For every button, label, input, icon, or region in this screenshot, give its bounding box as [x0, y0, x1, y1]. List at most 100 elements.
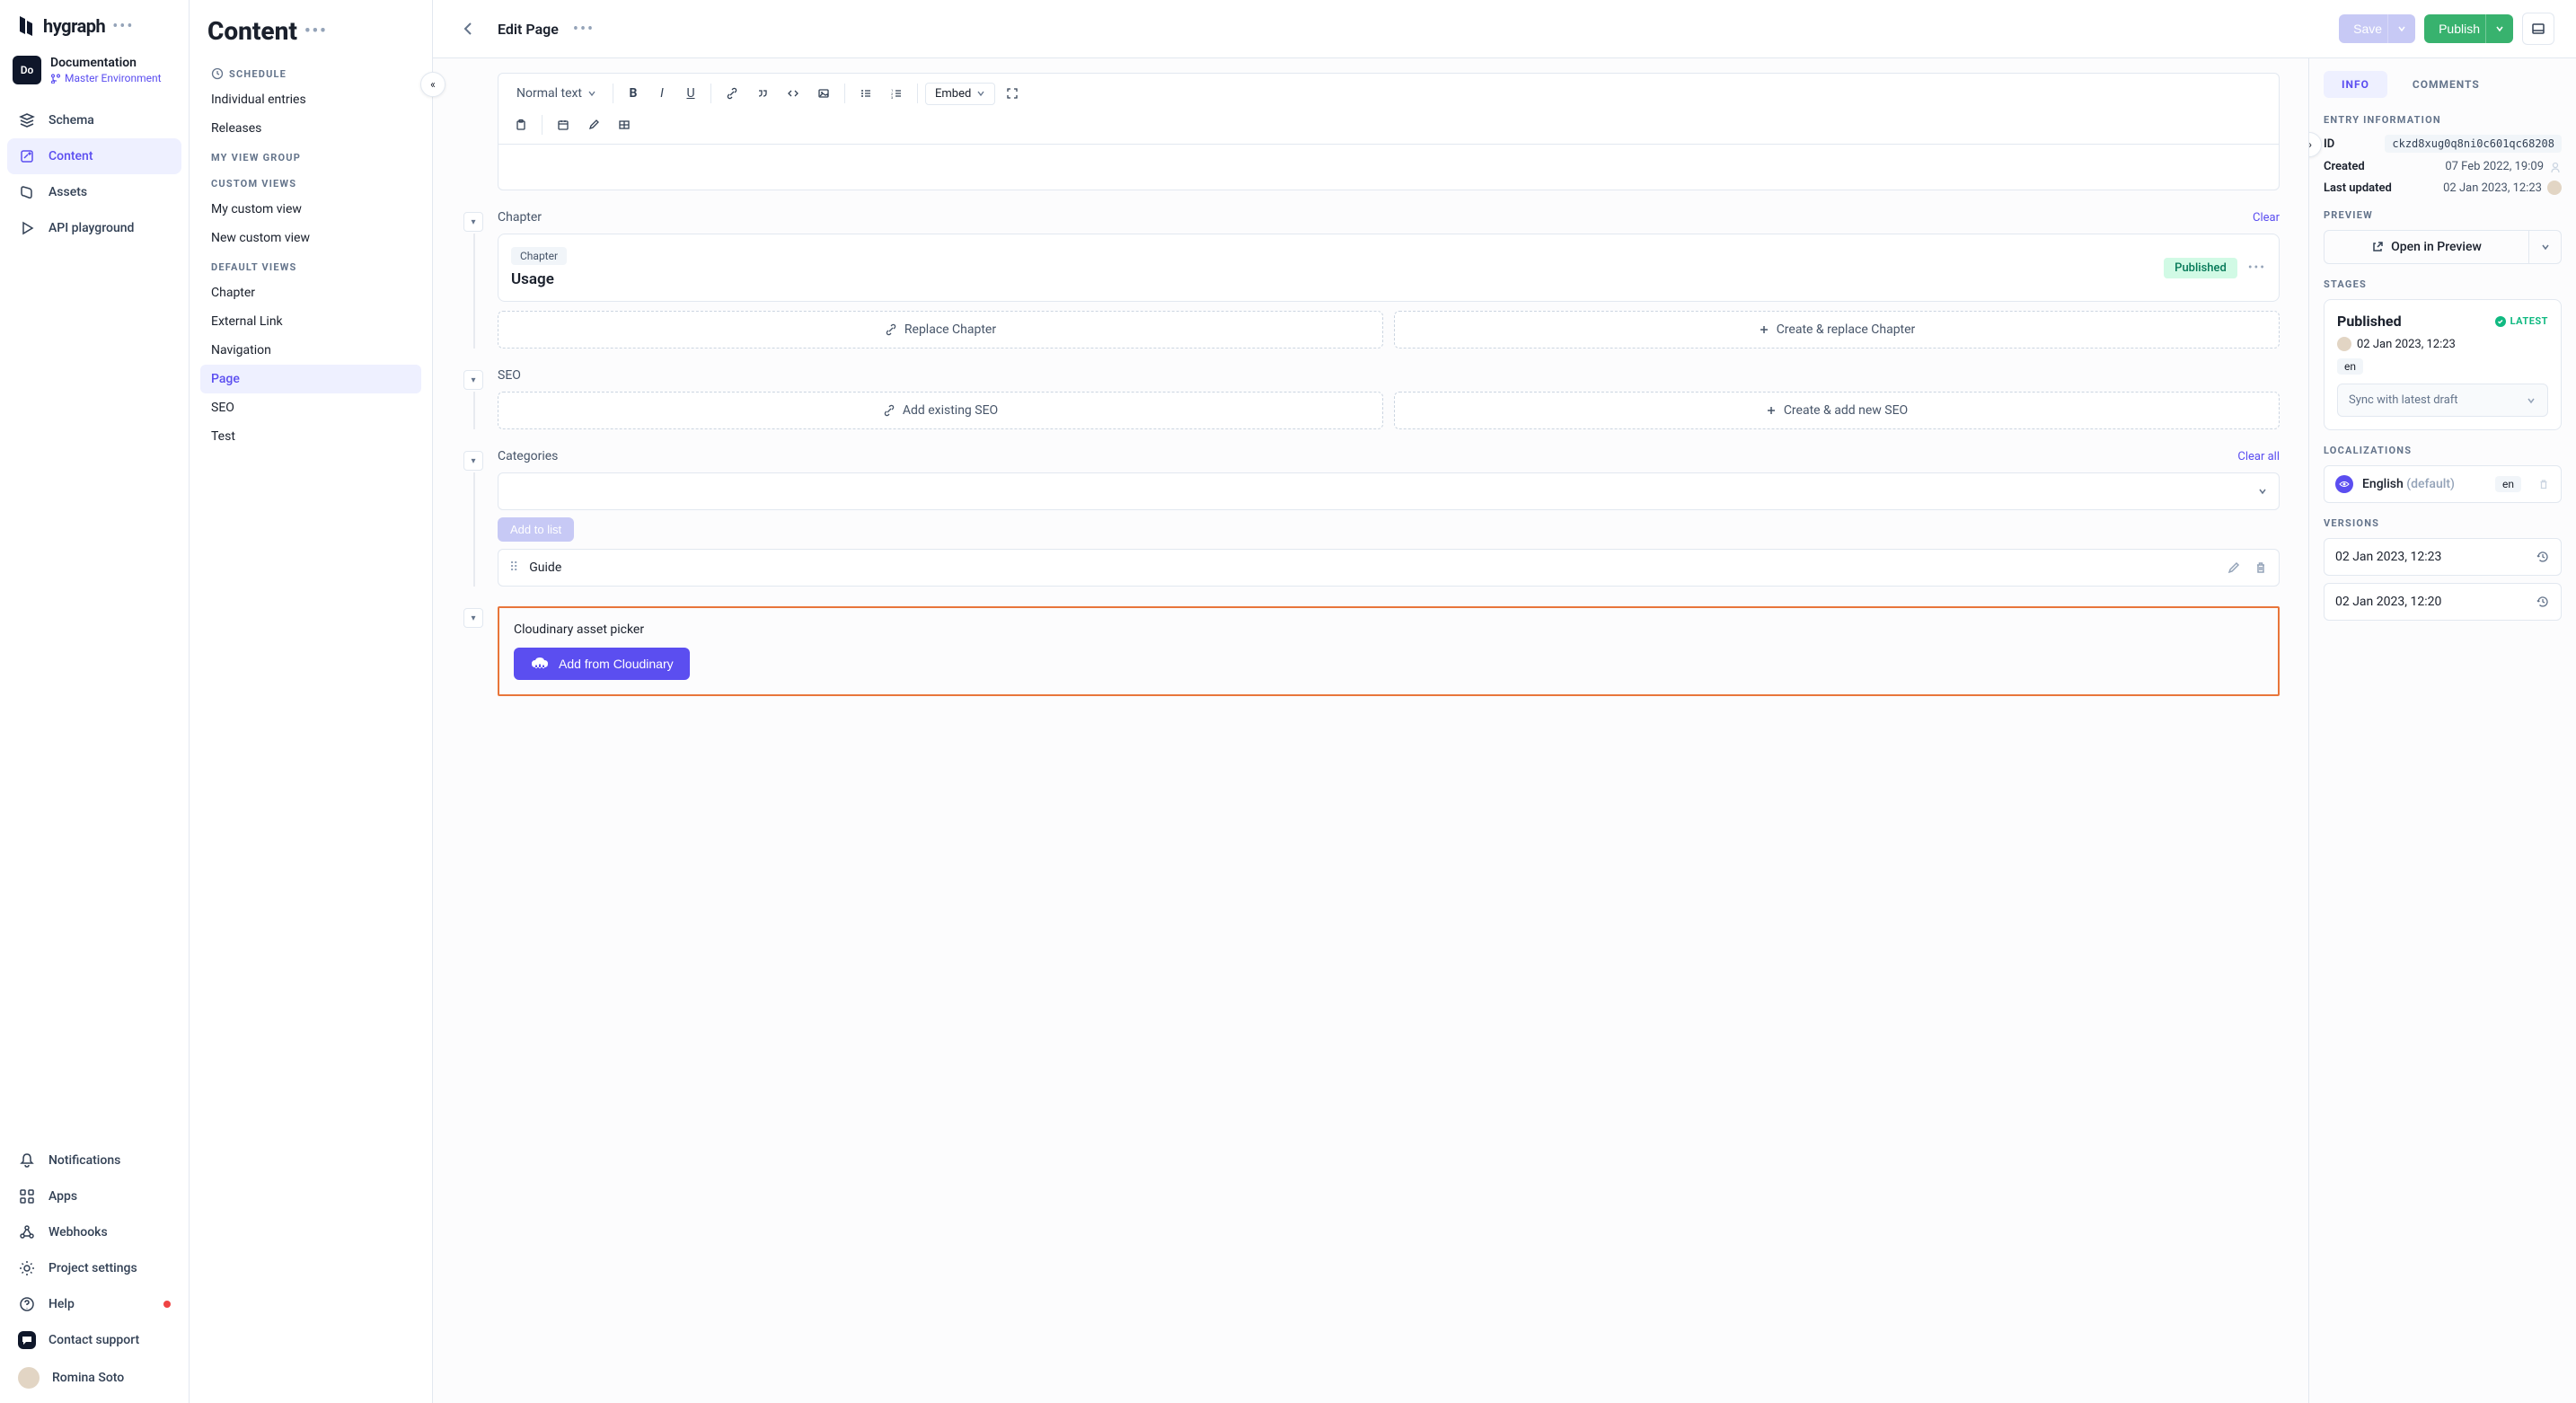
rte-content-area[interactable] [498, 145, 2279, 190]
nav-project-settings[interactable]: Project settings [7, 1250, 181, 1286]
chapter-card-menu-icon[interactable]: ••• [2248, 260, 2266, 275]
entry-id-value[interactable]: ckzd8xug0q8ni0c601qc68208 [2385, 135, 2562, 153]
rte-calendar-button[interactable] [550, 113, 577, 137]
clock-icon [211, 67, 224, 80]
layout-toggle-button[interactable] [2522, 13, 2554, 45]
publish-button[interactable]: Publish [2424, 14, 2494, 43]
nav-model-test[interactable]: Test [200, 422, 421, 451]
locale-code-chip: en [2495, 476, 2521, 492]
back-button[interactable] [454, 14, 483, 43]
default-views-label: DEFAULT VIEWS [200, 252, 421, 278]
nav-contact-support[interactable]: Contact support [7, 1322, 181, 1358]
create-replace-chapter-button[interactable]: Create & replace Chapter [1394, 311, 2280, 349]
chapter-reference-card[interactable]: Chapter Usage Published ••• [498, 234, 2280, 302]
field-seo: ▾ SEO Add existing SEO Create & add new … [498, 368, 2280, 429]
nav-help[interactable]: Help [7, 1286, 181, 1322]
content-title-menu-icon[interactable]: ••• [304, 22, 328, 40]
environment-row: Master Environment [50, 72, 162, 84]
rte-clipboard-button[interactable] [507, 113, 534, 137]
field-collapse-chapter[interactable]: ▾ [463, 212, 483, 232]
nav-new-custom-view[interactable]: New custom view [200, 224, 421, 252]
plus-icon [1766, 405, 1777, 416]
schema-icon [18, 111, 36, 129]
categories-select[interactable] [498, 472, 2280, 510]
brand-menu-icon[interactable]: ••• [112, 17, 134, 36]
apps-icon [18, 1187, 36, 1205]
cloudinary-icon [530, 657, 550, 671]
delete-locale-button[interactable] [2537, 478, 2550, 490]
rte-embed-button[interactable]: Embed [925, 83, 995, 105]
user-avatar [18, 1367, 40, 1389]
preview-dropdown-button[interactable] [2529, 230, 2562, 264]
rte-edit-button[interactable] [580, 113, 607, 137]
rte-ol-button[interactable]: 123 [883, 82, 910, 105]
nav-notifications[interactable]: Notifications [7, 1143, 181, 1178]
rte-italic-button[interactable]: I [649, 81, 675, 106]
nav-model-chapter[interactable]: Chapter [200, 278, 421, 307]
chevron-down-icon [2540, 242, 2551, 252]
nav-schema[interactable]: Schema [7, 102, 181, 138]
rte-fullscreen-button[interactable] [999, 82, 1026, 105]
nav-content[interactable]: Content [7, 138, 181, 174]
create-new-seo-button[interactable]: Create & add new SEO [1394, 392, 2280, 429]
rte-table-button[interactable] [611, 113, 638, 137]
add-from-cloudinary-button[interactable]: Add from Cloudinary [514, 648, 690, 680]
edit-category-button[interactable] [2227, 560, 2241, 575]
visibility-icon[interactable] [2335, 475, 2353, 493]
replace-chapter-button[interactable]: Replace Chapter [498, 311, 1383, 349]
panel-tabs: INFO COMMENTS [2324, 71, 2562, 98]
editor-title: Edit Page [498, 21, 559, 38]
nav-model-navigation[interactable]: Navigation [200, 336, 421, 365]
rte-bold-button[interactable]: B [621, 81, 646, 106]
info-panel: » INFO COMMENTS ENTRY INFORMATION ID ckz… [2308, 58, 2576, 1403]
field-collapse-seo[interactable]: ▾ [463, 370, 483, 390]
help-icon [18, 1295, 36, 1313]
nav-model-seo[interactable]: SEO [200, 393, 421, 422]
add-existing-seo-button[interactable]: Add existing SEO [498, 392, 1383, 429]
nav-api-playground[interactable]: API playground [7, 210, 181, 246]
rte-code-button[interactable] [780, 82, 807, 105]
version-row-1[interactable]: 02 Jan 2023, 12:23 [2324, 538, 2562, 576]
nav-apps[interactable]: Apps [7, 1178, 181, 1214]
rte-link-button[interactable] [719, 82, 745, 105]
collapse-content-sidebar-button[interactable]: « [420, 72, 446, 97]
category-item: ⠿ Guide [498, 549, 2280, 587]
version-row-2[interactable]: 02 Jan 2023, 12:20 [2324, 583, 2562, 621]
add-to-list-button[interactable]: Add to list [498, 517, 574, 542]
clear-all-categories-link[interactable]: Clear all [2237, 450, 2280, 463]
open-preview-button[interactable]: Open in Preview [2324, 230, 2529, 264]
rte-image-button[interactable] [810, 82, 837, 105]
quote-icon [756, 87, 769, 100]
delete-category-button[interactable] [2254, 560, 2268, 575]
entry-id-row: ID ckzd8xug0q8ni0c601qc68208 [2324, 135, 2562, 153]
rte-underline-button[interactable]: U [678, 81, 703, 106]
publish-dropdown-button[interactable] [2485, 14, 2513, 43]
field-collapse-cloudinary[interactable]: ▾ [463, 608, 483, 628]
rte-quote-button[interactable] [749, 82, 776, 105]
drag-handle-icon[interactable]: ⠿ [509, 560, 518, 575]
save-dropdown-button[interactable] [2387, 14, 2415, 43]
clear-chapter-link[interactable]: Clear [2253, 211, 2280, 225]
tab-info[interactable]: INFO [2324, 71, 2387, 98]
nav-user-profile[interactable]: Romina Soto [7, 1358, 181, 1398]
field-collapse-categories[interactable]: ▾ [463, 451, 483, 471]
nav-model-external-link[interactable]: External Link [200, 307, 421, 336]
rte-editor: Normal text B I U 123 [498, 73, 2280, 190]
project-selector[interactable]: Do Documentation Master Environment [0, 49, 189, 97]
notification-dot-icon [163, 1301, 171, 1308]
rte-text-style-select[interactable]: Normal text [507, 81, 605, 106]
nav-assets[interactable]: Assets [7, 174, 181, 210]
chapter-entry-title: Usage [511, 270, 567, 288]
sync-draft-button[interactable]: Sync with latest draft [2337, 384, 2548, 417]
nav-model-page[interactable]: Page [200, 365, 421, 393]
editor-topbar: Edit Page ••• Save Publish [433, 0, 2576, 58]
nav-releases[interactable]: Releases [200, 114, 421, 143]
nav-my-custom-view[interactable]: My custom view [200, 195, 421, 224]
tab-comments[interactable]: COMMENTS [2395, 71, 2498, 98]
rte-ul-button[interactable] [852, 82, 879, 105]
nav-individual-entries[interactable]: Individual entries [200, 85, 421, 114]
nav-webhooks[interactable]: Webhooks [7, 1214, 181, 1250]
editor-title-menu-icon[interactable]: ••• [573, 20, 595, 39]
collapse-info-panel-button[interactable]: » [2308, 132, 2322, 157]
chapter-field-label: Chapter Clear [498, 210, 2280, 225]
